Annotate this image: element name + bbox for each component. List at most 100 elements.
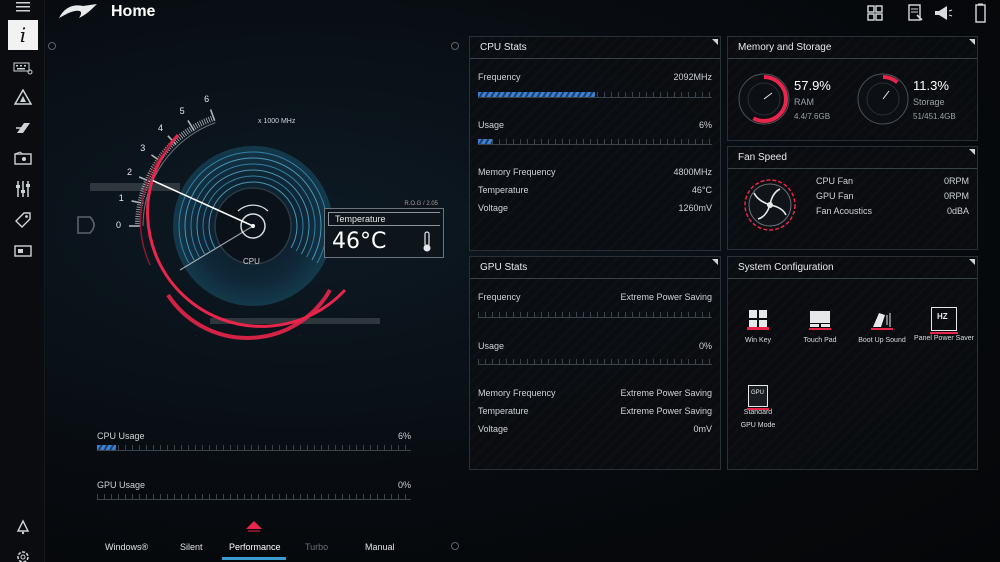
sidebar-item-armoury[interactable] (8, 115, 38, 141)
temperature-label: Temperature (335, 214, 386, 224)
gpu-temp-value: Extreme Power Saving (620, 406, 712, 416)
panel-corner-icon (969, 39, 975, 45)
gpu-fan-label: GPU Fan (816, 191, 854, 201)
memory-storage-panel: Memory and Storage 57.9% RAM 4.4/7.6GB 1… (727, 36, 978, 141)
widget-layout-icon[interactable] (865, 3, 885, 23)
cpu-usage-bar (97, 445, 411, 451)
sidebar-item-game-library[interactable] (8, 145, 38, 171)
mode-turbo[interactable]: Turbo (305, 542, 328, 552)
sidebar: i (0, 0, 45, 562)
gpu-frequency-value: Extreme Power Saving (620, 292, 712, 302)
mode-active-underline (222, 557, 286, 560)
config-boot-up-sound-label: Boot Up Sound (858, 337, 906, 344)
fan-speed-panel: Fan Speed CPU Fan 0RPM GPU Fan 0RPM Fan … (727, 146, 978, 250)
rog-logo-icon (59, 4, 97, 18)
system-configuration-title: System Configuration (738, 262, 834, 273)
sidebar-item-monitor[interactable] (8, 238, 38, 264)
config-panel-power-saver-label: Panel Power Saver (914, 335, 974, 342)
cpu-mem-freq-value: 4800MHz (673, 167, 712, 177)
cpu-stat-usage-label: Usage (478, 120, 505, 130)
monitor-icon (14, 245, 32, 257)
cpu-voltage-label: Voltage (478, 203, 509, 213)
sidebar-item-aura[interactable] (8, 84, 38, 110)
panel-corner-icon (969, 149, 975, 155)
ram-label: RAM (794, 97, 814, 107)
temperature-value: 46°C (332, 229, 387, 254)
gauge-tick-label: 4 (158, 122, 164, 133)
mode-manual[interactable]: Manual (365, 542, 395, 552)
cpu-frequency-bar-fill (478, 92, 595, 97)
mode-indicator-icon (246, 521, 262, 532)
mode-windows[interactable]: Windows® (105, 542, 148, 552)
fan-speed-title: Fan Speed (738, 152, 787, 163)
battery-icon[interactable] (970, 3, 990, 23)
windows-key-icon (747, 310, 769, 330)
app-window: i Home x 1000 MHz 0 1 2 3 4 5 6 CPU R.O.… (0, 0, 1000, 562)
gpu-mode-icon-text: GPU (751, 390, 765, 396)
gauge-tick-label: 0 (116, 220, 122, 230)
deals-icon (15, 212, 31, 228)
storage-label: Storage (913, 97, 945, 107)
panel-corner-icon (969, 259, 975, 265)
sidebar-item-deals[interactable] (8, 207, 38, 233)
cpu-stats-title: CPU Stats (480, 42, 527, 53)
config-gpu-mode-label: GPU Mode (740, 422, 776, 429)
scenario-profiles-icon (16, 181, 30, 197)
settings-icon (17, 551, 29, 562)
hamburger-menu-icon[interactable] (8, 0, 38, 14)
panel-header: Fan Speed (728, 147, 977, 169)
gpu-usage-bar (97, 494, 411, 500)
gpu-usage-label: GPU Usage (97, 480, 146, 490)
cpu-usage-bar-fill (97, 445, 116, 450)
sidebar-item-device[interactable] (8, 55, 38, 81)
config-boot-up-sound[interactable]: Boot Up Sound (852, 307, 912, 344)
fan-icon (744, 179, 796, 231)
config-win-key[interactable]: Win Key (728, 307, 788, 344)
gauge-scale-label: x 1000 MHz (258, 118, 296, 125)
ram-detail: 4.4/7.6GB (794, 112, 831, 121)
storage-detail: 51/451.4GB (913, 112, 956, 121)
corner-marker-icon (48, 42, 56, 50)
armoury-icon (16, 123, 30, 133)
fan-acoustics-value: 0dBA (946, 206, 969, 216)
config-gpu-mode[interactable]: GPU Standard GPU Mode (728, 385, 788, 429)
sidebar-item-settings[interactable] (8, 544, 38, 562)
mode-performance[interactable]: Performance (229, 542, 281, 552)
gpu-frequency-label: Frequency (478, 292, 521, 302)
boot-sound-icon (871, 313, 893, 330)
keyboard-icon (13, 62, 33, 75)
config-panel-power-saver[interactable]: HZ Panel Power Saver (914, 307, 974, 342)
gauge-tick-label: 2 (126, 166, 132, 177)
panel-header: CPU Stats (470, 37, 720, 59)
cpu-stat-usage-value: 6% (698, 120, 712, 130)
cpu-stat-usage-bar (478, 139, 712, 145)
gpu-stats-title: GPU Stats (480, 262, 528, 273)
sidebar-item-home[interactable]: i (8, 20, 38, 50)
game-library-icon (14, 151, 32, 165)
cpu-fan-label: CPU Fan (816, 176, 854, 186)
cpu-frequency-label: Frequency (478, 72, 521, 82)
user-center-icon (16, 519, 30, 535)
panel-hz-icon-text: HZ (937, 312, 948, 321)
notes-icon[interactable] (905, 3, 925, 23)
cpu-frequency-bar (478, 92, 712, 98)
panel-header: Memory and Storage (728, 37, 977, 59)
gauge-tick-label: 1 (118, 192, 124, 203)
sidebar-item-scenario[interactable] (8, 176, 38, 202)
fan-acoustics-label: Fan Acoustics (816, 206, 873, 216)
cpu-fan-value: 0RPM (943, 176, 969, 186)
panel-header: System Configuration (728, 257, 977, 279)
sidebar-item-user-center[interactable] (8, 514, 38, 540)
cpu-stats-panel: CPU Stats Frequency 2092MHz Usage 6% Mem… (469, 36, 721, 251)
memory-storage-title: Memory and Storage (738, 42, 832, 53)
announcement-icon[interactable] (933, 3, 953, 23)
mode-silent[interactable]: Silent (180, 542, 203, 552)
temperature-badge: R.O.G / 2.05 (402, 201, 440, 207)
gpu-voltage-value: 0mV (693, 424, 712, 434)
cpu-mem-freq-label: Memory Frequency (478, 167, 556, 177)
gpu-temp-label: Temperature (478, 406, 529, 416)
gpu-stat-usage-value: 0% (698, 341, 712, 351)
config-touch-pad[interactable]: Touch Pad (790, 307, 850, 344)
ram-donut (738, 73, 790, 125)
cpu-temp-value: 46°C (691, 185, 712, 195)
